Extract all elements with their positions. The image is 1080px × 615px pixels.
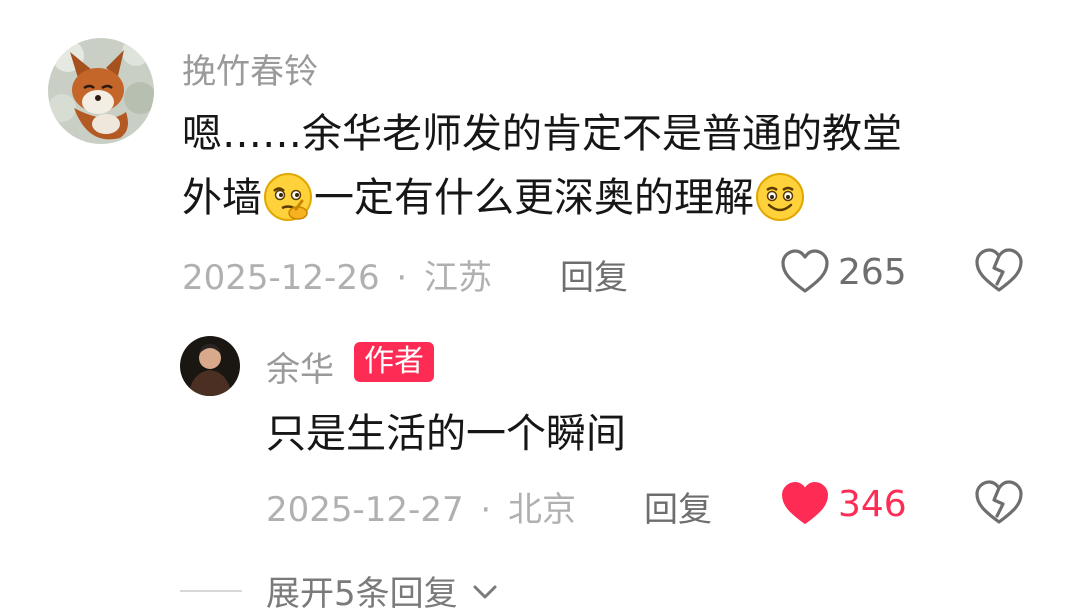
chevron-down-icon [473,585,497,599]
comment-text-line1: 嗯……余华老师发的肯定不是普通的教堂 [182,111,902,157]
reply-dislike-button[interactable] [974,480,1024,530]
author-badge: 作者 [354,342,434,382]
reply-author-avatar[interactable] [180,336,240,396]
comment-text-part1: 外墙 [182,175,262,221]
commenter-username[interactable]: 挽竹春铃 [182,44,318,93]
expand-divider [180,590,242,592]
comment-dislike-button[interactable] [974,248,1024,298]
comment-text: 嗯……余华老师发的肯定不是普通的教堂 外墙 一定有什么更深奥的理解 [182,102,1022,230]
comment-location: 江苏 [424,258,493,298]
commenter-avatar[interactable] [48,38,154,144]
heart-outline-icon [781,249,829,293]
fox-avatar-image [48,38,154,144]
reply-like-count: 346 [838,483,907,525]
comment-meta: 2025-12-26 · 江苏 [182,250,492,299]
comment-text-part2: 一定有什么更深奥的理解 [314,175,754,221]
reply-reply-button[interactable]: 回复 [644,482,712,531]
comment-reply-button[interactable]: 回复 [560,250,628,299]
author-avatar-image [180,336,240,396]
expand-replies-label: 展开5条回复 [266,574,458,614]
smiling-face-emoji-icon [756,173,804,221]
comment-text-line2: 外墙 一定有什么更深奥的理解 [182,166,1022,230]
reply-meta: 2025-12-27 · 北京 [266,482,576,531]
comment-date: 2025-12-26 [182,258,380,298]
expand-replies-button[interactable]: 展开5条回复 [266,566,498,615]
comment-like-button[interactable]: 265 [780,246,907,298]
thinking-face-emoji-icon [264,173,312,221]
broken-heart-icon [975,248,1023,292]
reply-username[interactable]: 余华 [266,342,334,391]
reply-like-button[interactable]: 346 [780,478,907,530]
comment-like-count: 265 [838,251,907,293]
broken-heart-icon [975,480,1023,524]
meta-separator: · [396,258,408,298]
heart-filled-icon [782,482,828,524]
reply-text: 只是生活的一个瞬间 [266,411,626,457]
meta-separator: · [480,490,492,530]
reply-location: 北京 [508,490,577,530]
reply-date: 2025-12-27 [266,490,464,530]
